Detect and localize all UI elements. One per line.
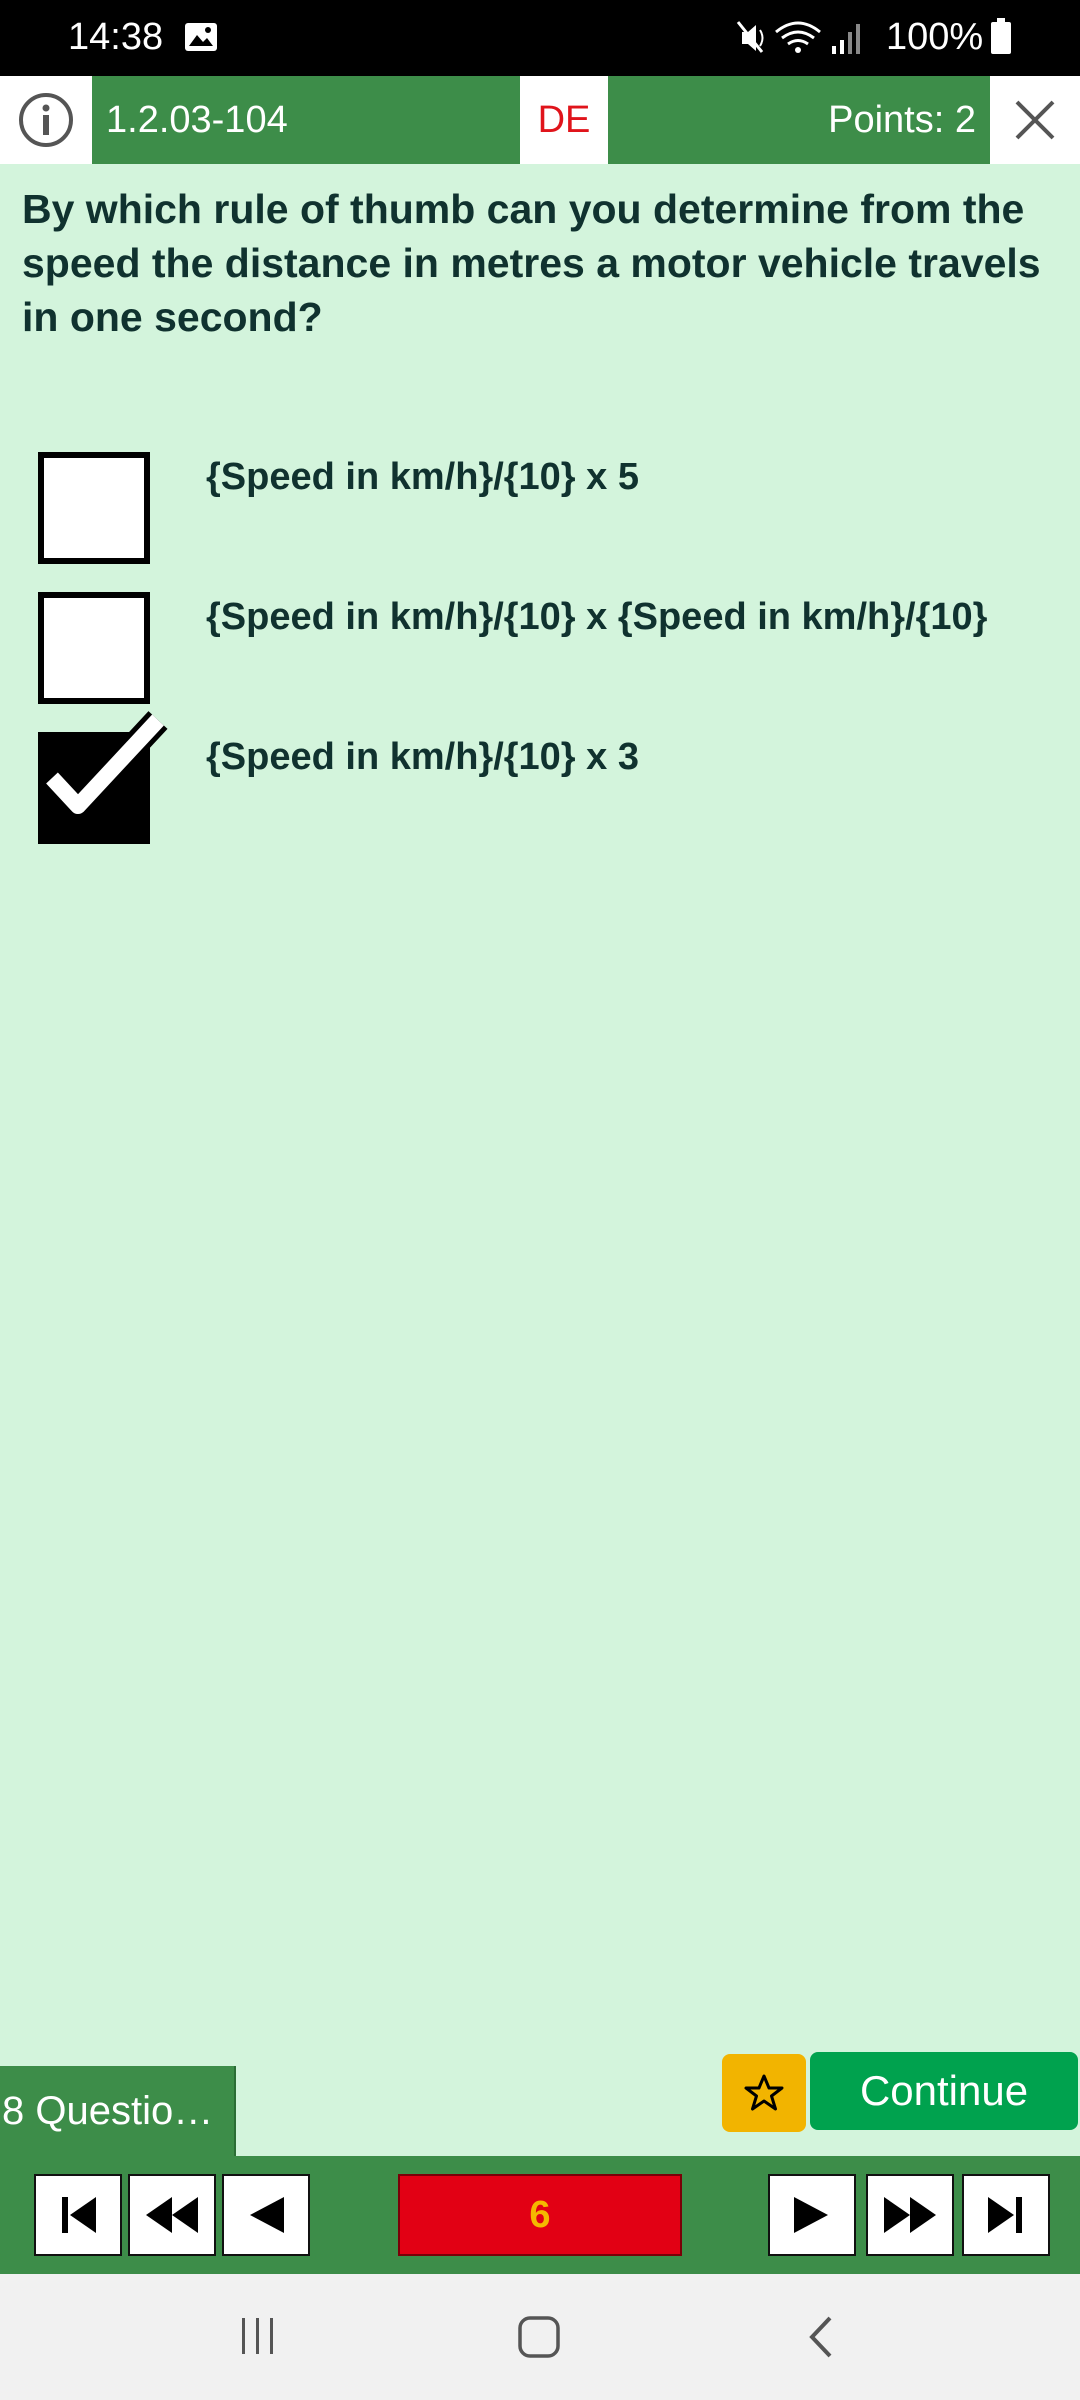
- back-icon[interactable]: [802, 2314, 842, 2365]
- signal-icon: [832, 24, 860, 54]
- answer-checkbox[interactable]: [38, 452, 150, 564]
- next-question-button[interactable]: [768, 2174, 856, 2256]
- question-navigation: 6: [0, 2156, 1080, 2274]
- previous-icon: [250, 2197, 284, 2233]
- answer-option-1[interactable]: {Speed in km/h}/{10} x 5: [0, 452, 1080, 582]
- question-header: 1.2.03-104 DE Points: 2: [0, 76, 1080, 164]
- wifi-icon: [775, 21, 821, 53]
- skip-first-icon: [62, 2197, 96, 2233]
- fast-rewind-icon: [146, 2197, 198, 2233]
- answer-checkbox-checked[interactable]: [38, 711, 168, 844]
- mute-icon: [736, 21, 764, 53]
- previous-question-button[interactable]: [222, 2174, 310, 2256]
- continue-button[interactable]: Continue: [810, 2052, 1078, 2130]
- question-id: 1.2.03-104: [92, 76, 520, 164]
- status-time: 14:38: [68, 16, 164, 58]
- last-question-button[interactable]: [962, 2174, 1050, 2256]
- favorite-button[interactable]: [722, 2054, 806, 2132]
- language-toggle[interactable]: DE: [520, 76, 608, 164]
- questions-tab[interactable]: 8 Questio…: [0, 2066, 236, 2156]
- fast-forward-icon: [884, 2197, 936, 2233]
- next-icon: [794, 2197, 828, 2233]
- recents-icon[interactable]: [236, 2314, 280, 2363]
- question-text: By which rule of thumb can you determine…: [22, 186, 1041, 340]
- close-button[interactable]: [990, 76, 1080, 164]
- home-icon[interactable]: [516, 2314, 562, 2365]
- answer-label: {Speed in km/h}/{10} x 5: [206, 456, 639, 498]
- checkmark-icon: [42, 711, 168, 819]
- close-icon: [1015, 100, 1055, 140]
- info-button[interactable]: [0, 76, 92, 164]
- status-bar: 14:38 100%: [0, 0, 1080, 76]
- points-label: Points: 2: [608, 76, 990, 164]
- image-icon: [184, 22, 218, 57]
- system-navigation-bar: [0, 2274, 1080, 2400]
- answer-checkbox[interactable]: [38, 592, 150, 704]
- answer-label: {Speed in km/h}/{10} x {Speed in km/h}/{…: [206, 596, 988, 638]
- star-icon: [744, 2074, 784, 2111]
- jump-back-button[interactable]: [128, 2174, 216, 2256]
- battery-percent: 100%: [886, 16, 984, 58]
- answer-option-3[interactable]: {Speed in km/h}/{10} x 3: [0, 711, 1080, 862]
- first-question-button[interactable]: [34, 2174, 122, 2256]
- answer-label: {Speed in km/h}/{10} x 3: [206, 736, 639, 778]
- info-icon: [19, 93, 73, 147]
- question-counter[interactable]: 6: [398, 2174, 682, 2256]
- battery-icon: [990, 18, 1012, 59]
- jump-forward-button[interactable]: [866, 2174, 954, 2256]
- connectivity-icons: [736, 18, 866, 63]
- skip-last-icon: [988, 2197, 1022, 2233]
